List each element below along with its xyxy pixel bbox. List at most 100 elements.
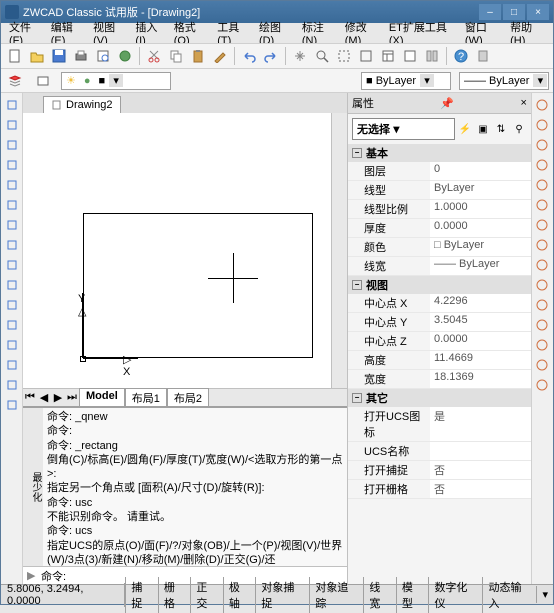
text-tool[interactable] xyxy=(2,375,22,395)
property-row[interactable]: 打开栅格否 xyxy=(348,480,531,499)
pline-tool[interactable] xyxy=(2,115,22,135)
color-combo[interactable]: ■ ByLayer ▾ xyxy=(361,72,451,90)
property-group[interactable]: −视图 xyxy=(348,276,531,294)
status-toggle[interactable]: 对象捕捉 xyxy=(255,577,309,613)
design-center-button[interactable] xyxy=(400,46,420,66)
rotate-tool[interactable] xyxy=(532,215,552,235)
tab-prev-button[interactable]: ◀ xyxy=(37,391,51,404)
paste-button[interactable] xyxy=(188,46,208,66)
property-value[interactable]: ByLayer xyxy=(430,181,531,199)
help-button[interactable]: ? xyxy=(451,46,471,66)
undo-button[interactable] xyxy=(239,46,259,66)
stretch-tool[interactable] xyxy=(532,255,552,275)
ellipse-tool[interactable] xyxy=(2,235,22,255)
pick-add-icon[interactable]: ⇅ xyxy=(493,121,509,137)
copy-tool[interactable] xyxy=(532,115,552,135)
property-row[interactable]: 中心点 X4.2296 xyxy=(348,294,531,313)
property-value[interactable]: 否 xyxy=(430,480,531,498)
dropdown-icon[interactable]: ▾ xyxy=(109,74,123,87)
move-tool[interactable] xyxy=(532,195,552,215)
print-button[interactable] xyxy=(71,46,91,66)
mirror-tool[interactable] xyxy=(532,135,552,155)
save-button[interactable] xyxy=(49,46,69,66)
tab-last-button[interactable]: ⏭ xyxy=(65,391,79,404)
publish-button[interactable] xyxy=(115,46,135,66)
break-tool[interactable] xyxy=(532,315,552,335)
property-row[interactable]: 中心点 Y3.5045 xyxy=(348,313,531,332)
document-tab[interactable]: Drawing2 xyxy=(43,96,121,113)
layout-tab[interactable]: Model xyxy=(79,388,125,408)
properties-button[interactable] xyxy=(378,46,398,66)
property-value[interactable]: 3.5045 xyxy=(430,313,531,331)
vertical-scrollbar[interactable] xyxy=(331,113,347,388)
status-toggle[interactable]: 捕捉 xyxy=(125,577,158,613)
tab-next-button[interactable]: ▶ xyxy=(51,391,65,404)
layer-manager-button[interactable] xyxy=(5,71,25,91)
circle-tool[interactable] xyxy=(2,195,22,215)
pin-icon[interactable]: 📌 xyxy=(440,97,454,110)
close-icon[interactable]: × xyxy=(521,97,527,109)
property-group[interactable]: −基本 xyxy=(348,144,531,162)
spline-tool[interactable] xyxy=(2,215,22,235)
property-value[interactable]: 4.2296 xyxy=(430,294,531,312)
offset-tool[interactable] xyxy=(532,155,552,175)
open-button[interactable] xyxy=(27,46,47,66)
pan-button[interactable] xyxy=(290,46,310,66)
filter-icon[interactable]: ⚲ xyxy=(511,121,527,137)
property-value[interactable]: —— ByLayer xyxy=(430,257,531,275)
scale-tool[interactable] xyxy=(532,235,552,255)
property-row[interactable]: 宽度18.1369 xyxy=(348,370,531,389)
property-row[interactable]: 高度11.4669 xyxy=(348,351,531,370)
command-history[interactable]: 命令: _qnew 命令: 命令: _rectang 倒角(C)/标高(E)/圆… xyxy=(43,408,347,566)
tool-palette-button[interactable] xyxy=(422,46,442,66)
hatch-tool[interactable] xyxy=(2,315,22,335)
linetype-combo[interactable]: —— ByLayer ▾ xyxy=(459,72,549,90)
redo-button[interactable] xyxy=(261,46,281,66)
chamfer-tool[interactable] xyxy=(532,335,552,355)
polygon-tool[interactable] xyxy=(2,135,22,155)
property-value[interactable]: 0.0000 xyxy=(430,332,531,350)
property-value[interactable] xyxy=(430,442,531,460)
property-row[interactable]: 中心点 Z0.0000 xyxy=(348,332,531,351)
tab-first-button[interactable]: ⏮ xyxy=(23,391,37,404)
property-value[interactable]: 0.0000 xyxy=(430,219,531,237)
array-tool[interactable] xyxy=(532,175,552,195)
property-value[interactable]: 0 xyxy=(430,162,531,180)
status-menu-button[interactable]: ▾ xyxy=(536,586,553,603)
property-value[interactable]: 18.1369 xyxy=(430,370,531,388)
status-toggle[interactable]: 对象追踪 xyxy=(309,577,363,613)
region-tool[interactable] xyxy=(2,335,22,355)
layout-tab[interactable]: 布局1 xyxy=(125,388,167,408)
property-value[interactable]: 1.0000 xyxy=(430,200,531,218)
erase-tool[interactable] xyxy=(532,95,552,115)
calc-button[interactable] xyxy=(473,46,493,66)
match-props-button[interactable] xyxy=(210,46,230,66)
status-toggle[interactable]: 数字化仪 xyxy=(428,577,482,613)
property-value[interactable]: □ ByLayer xyxy=(430,238,531,256)
layout-tab[interactable]: 布局2 xyxy=(167,388,209,408)
zoom-window-button[interactable] xyxy=(334,46,354,66)
rect-tool[interactable] xyxy=(2,155,22,175)
property-value[interactable]: 否 xyxy=(430,461,531,479)
line-tool[interactable] xyxy=(2,95,22,115)
collapse-icon[interactable]: − xyxy=(352,393,362,403)
dropdown-icon[interactable]: ▾ xyxy=(420,74,434,87)
layer-combo[interactable]: ☀●■ ▾ xyxy=(61,72,171,90)
dropdown-icon[interactable]: ▾ xyxy=(533,74,547,87)
status-toggle[interactable]: 正交 xyxy=(190,577,223,613)
table-tool[interactable] xyxy=(2,355,22,375)
explode-tool[interactable] xyxy=(532,375,552,395)
property-row[interactable]: UCS名称 xyxy=(348,442,531,461)
block-tool[interactable] xyxy=(2,275,22,295)
property-row[interactable]: 颜色□ ByLayer xyxy=(348,238,531,257)
extend-tool[interactable] xyxy=(532,295,552,315)
drawing-canvas[interactable]: Y△ ▷ X xyxy=(23,113,331,388)
mtext-tool[interactable] xyxy=(2,395,22,415)
status-toggle[interactable]: 动态输入 xyxy=(482,577,536,613)
arc-tool[interactable] xyxy=(2,175,22,195)
collapse-icon[interactable]: − xyxy=(352,280,362,290)
ellipse-arc-tool[interactable] xyxy=(2,255,22,275)
status-toggle[interactable]: 线宽 xyxy=(363,577,396,613)
property-group[interactable]: −其它 xyxy=(348,389,531,407)
zoom-button[interactable] xyxy=(312,46,332,66)
